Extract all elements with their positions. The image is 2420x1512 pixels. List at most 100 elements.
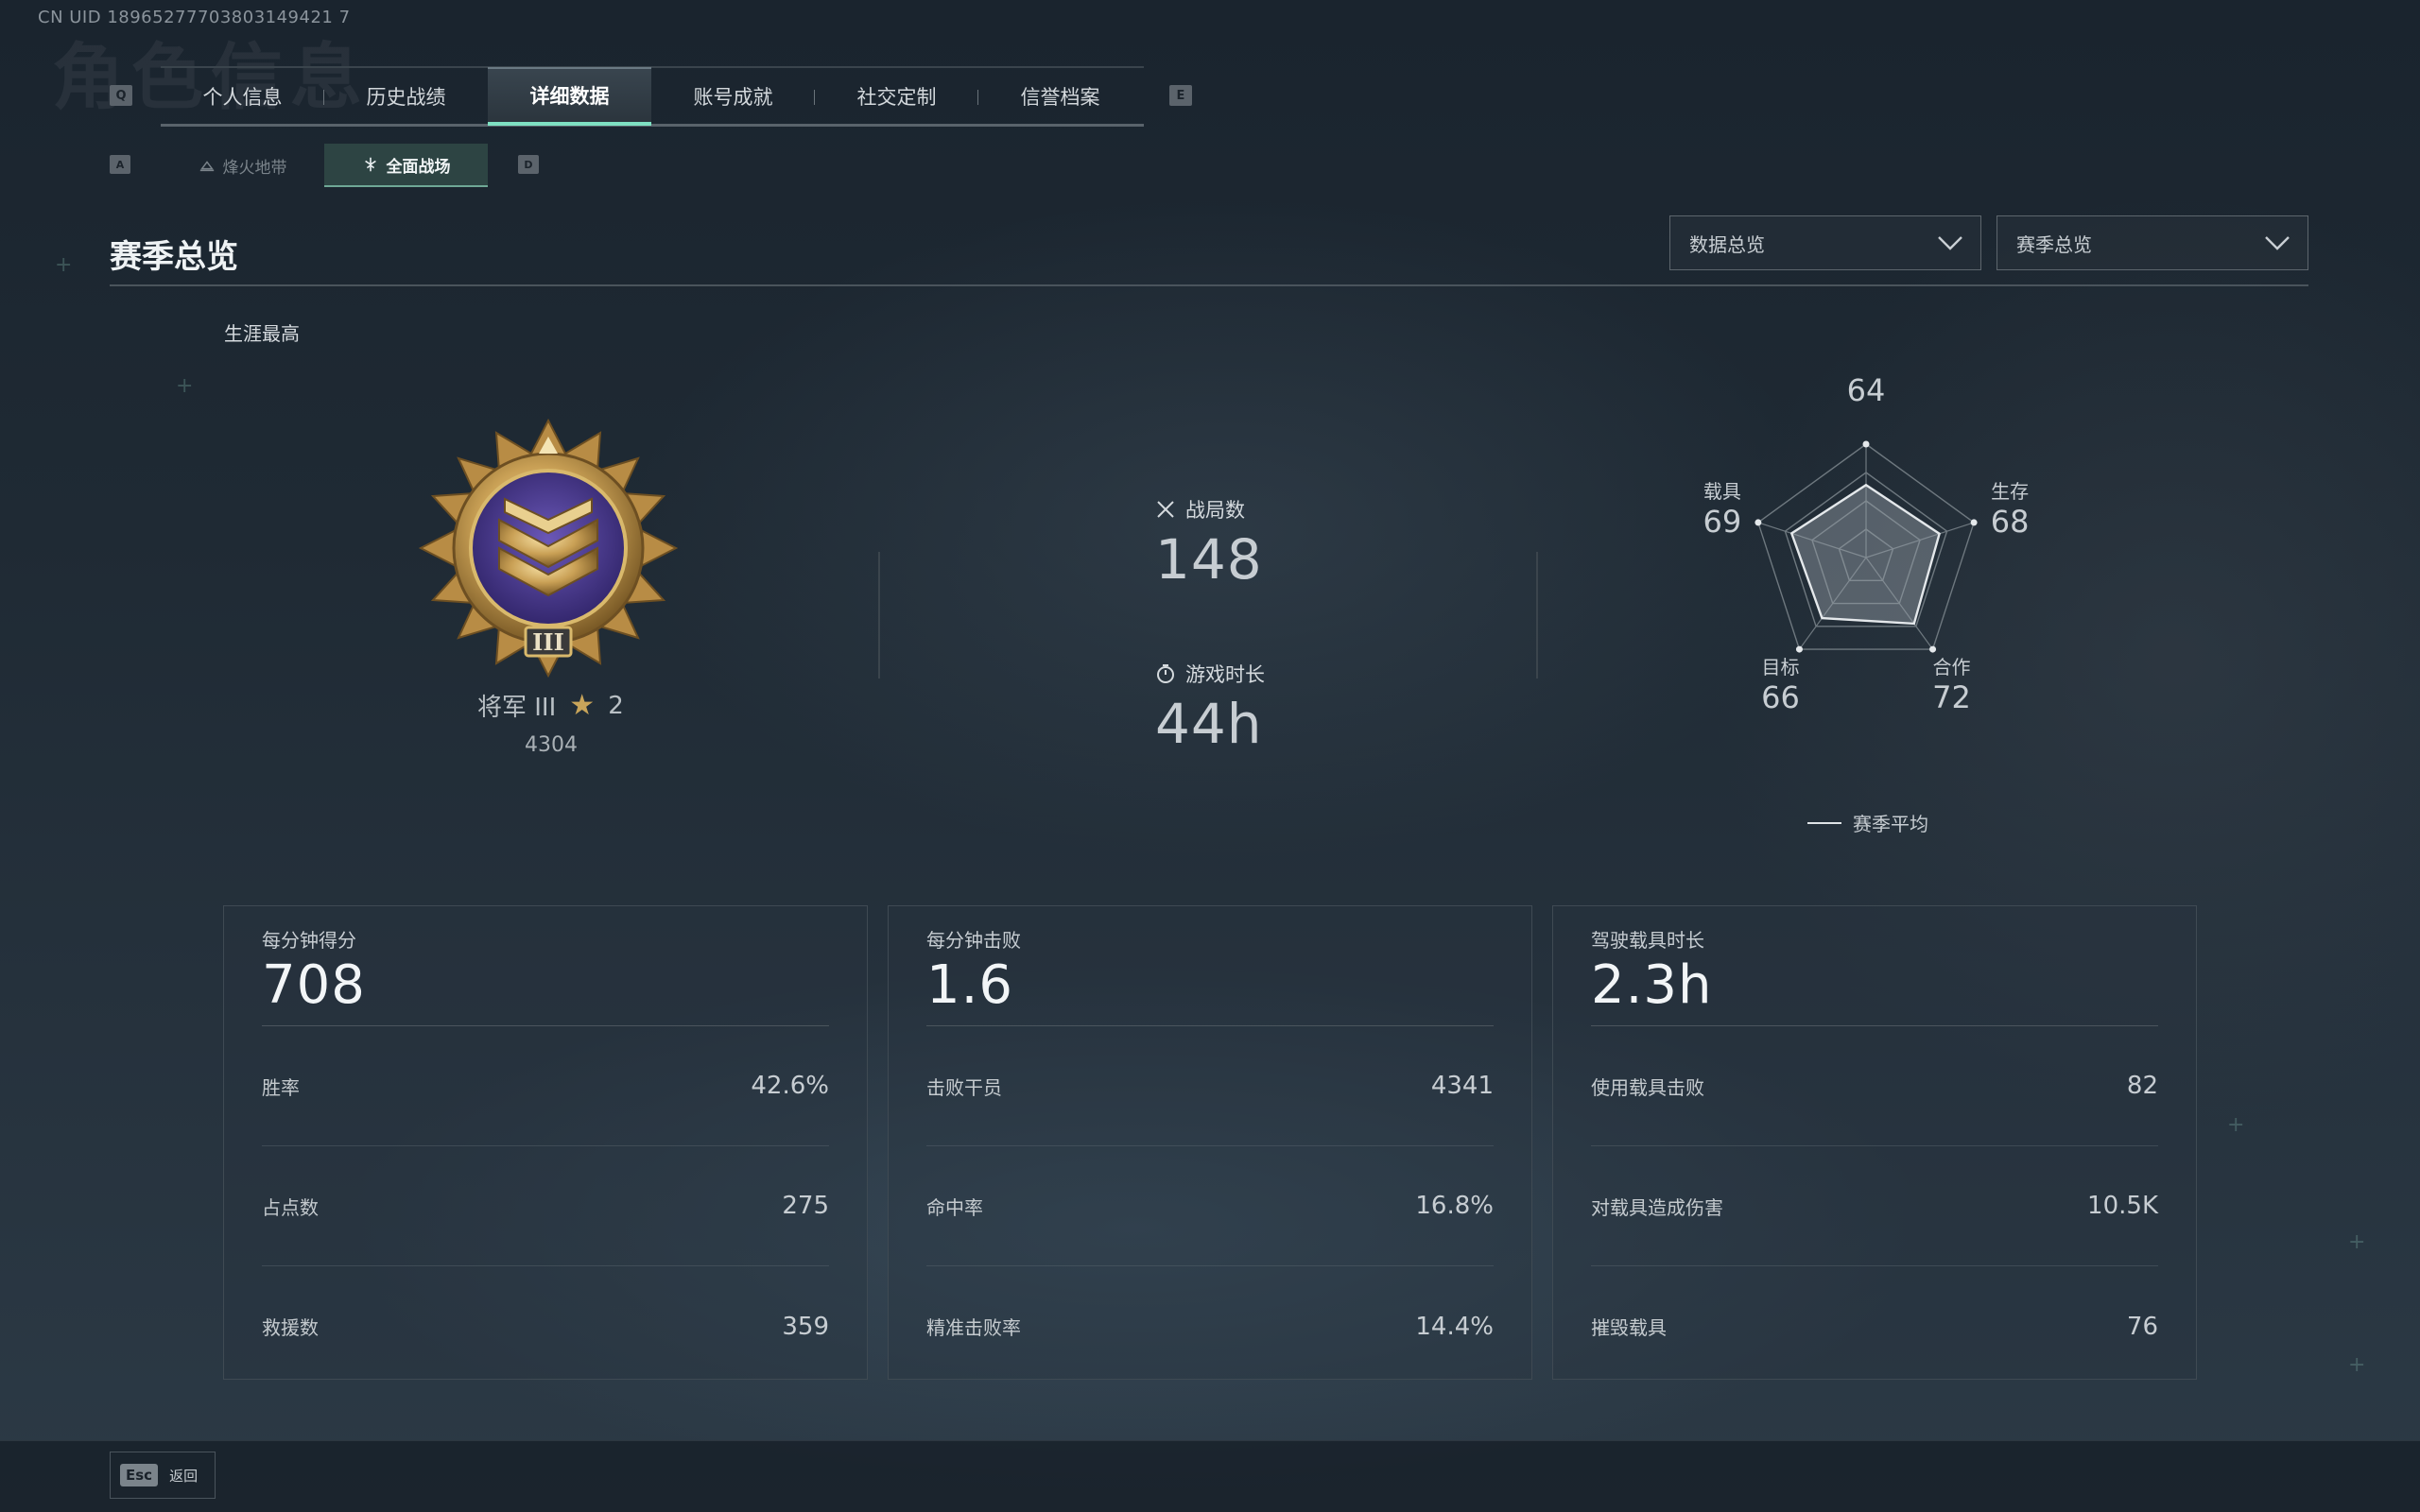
crosshair-decoration-icon: +: [2348, 1230, 2366, 1254]
subtab-next-key[interactable]: D: [518, 155, 539, 174]
career-best-label: 生涯最高: [224, 322, 300, 345]
playtime-value: 44h: [1155, 692, 1263, 756]
radar-axis-point: [1754, 519, 1762, 526]
card-head-value: 1.6: [926, 954, 1014, 1016]
card-row: 摧毁载具 76: [1591, 1266, 2158, 1386]
row-label: 精准击败率: [926, 1316, 1021, 1339]
tab-prev-key[interactable]: Q: [110, 85, 132, 106]
tab-social-custom[interactable]: 社交定制: [815, 67, 978, 126]
column-divider: [878, 552, 880, 679]
radar-axis-point: [1795, 645, 1803, 653]
row-label: 对载具造成伤害: [1591, 1195, 1723, 1219]
tab-label: 历史战绩: [366, 85, 446, 109]
tab-achievements[interactable]: 账号成就: [651, 67, 815, 126]
crosshair-decoration-icon: +: [2348, 1353, 2366, 1377]
row-value: 10.5K: [2087, 1192, 2158, 1220]
tab-next-key[interactable]: E: [1169, 85, 1192, 106]
matches-label-row: 战局数: [1155, 495, 1263, 524]
rank-name: 将军 III: [477, 694, 557, 722]
row-label: 胜率: [262, 1075, 300, 1099]
row-label: 救援数: [262, 1316, 319, 1339]
legend-label: 赛季平均: [1853, 813, 1928, 835]
tab-detailed-data[interactable]: 详细数据: [488, 66, 651, 126]
tab-label: 社交定制: [856, 85, 937, 109]
matches-label: 战局数: [1185, 499, 1245, 522]
rank-stars: 2: [608, 691, 624, 720]
season-overview-dropdown[interactable]: 赛季总览: [1996, 215, 2308, 270]
row-value: 14.4%: [1415, 1312, 1494, 1341]
tab-match-history[interactable]: 历史战绩: [324, 67, 488, 126]
matches-value: 148: [1155, 527, 1263, 592]
row-label: 使用载具击败: [1591, 1075, 1704, 1099]
card-row: 对载具造成伤害 10.5K: [1591, 1146, 2158, 1266]
radar-legend: 赛季平均: [1807, 809, 1928, 836]
tab-reputation[interactable]: 信誉档案: [978, 67, 1142, 126]
card-row: 击败干员 4341: [926, 1026, 1494, 1146]
footer-bar: [0, 1440, 2420, 1512]
card-head-value: 708: [262, 954, 366, 1016]
tab-label: 个人信息: [202, 85, 283, 109]
star-icon: ★: [569, 689, 596, 722]
column-divider: [1536, 552, 1538, 679]
tab-label: 信誉档案: [1020, 85, 1100, 109]
radar-axis-value: 69: [1703, 504, 1742, 540]
radar-axis-point: [1970, 519, 1978, 526]
ability-radar-chart: 射击64 生存68 合作72 目标66 载具69: [1703, 369, 2030, 715]
data-overview-dropdown[interactable]: 数据总览: [1669, 215, 1981, 270]
hazard-zone-icon: [199, 161, 214, 172]
row-value: 76: [2126, 1312, 2158, 1341]
playtime-label: 游戏时长: [1185, 663, 1265, 686]
radar-axis-label: 合作: [1933, 656, 1971, 679]
crosshair-decoration-icon: +: [55, 253, 73, 277]
rank-score: 4304: [525, 733, 578, 757]
crossed-swords-icon: [1157, 501, 1174, 518]
row-label: 命中率: [926, 1195, 983, 1219]
crosshair-decoration-icon: +: [2227, 1113, 2245, 1137]
tab-personal-info[interactable]: 个人信息: [161, 67, 324, 126]
tab-label: 详细数据: [529, 84, 610, 108]
subtab-prev-key[interactable]: A: [110, 155, 130, 174]
row-value: 359: [782, 1312, 829, 1341]
radar-axis-label: 目标: [1761, 656, 1799, 679]
card-head-label: 每分钟击败: [926, 929, 1021, 952]
stat-card-score: 每分钟得分 708 胜率 42.6% 占点数 275 救援数 359: [223, 905, 868, 1380]
radar-axis-value: 68: [1991, 504, 2030, 540]
stat-card-kills: 每分钟击败 1.6 击败干员 4341 命中率 16.8% 精准击败率 14.4%: [888, 905, 1532, 1380]
radar-axis-value: 64: [1847, 372, 1886, 408]
card-row: 救援数 359: [262, 1266, 829, 1386]
esc-key: Esc: [120, 1464, 159, 1486]
legend-line-icon: [1807, 821, 1841, 824]
chevron-down-icon: [1938, 236, 1962, 250]
tab-label: 账号成就: [693, 85, 773, 109]
medal-numeral: III: [532, 628, 564, 656]
dropdown-value: 数据总览: [1689, 232, 1765, 256]
mode-subtabs: 烽火地带 全面战场: [161, 144, 488, 187]
card-head-label: 每分钟得分: [262, 929, 356, 952]
row-value: 4341: [1430, 1072, 1494, 1100]
stat-card-vehicle: 驾驶载具时长 2.3h 使用载具击败 82 对载具造成伤害 10.5K 摧毁载具 76: [1552, 905, 2197, 1380]
section-title: 赛季总览: [110, 238, 238, 276]
radar-axis-point: [1929, 645, 1937, 653]
radar-axis-value: 66: [1761, 679, 1800, 715]
row-value: 82: [2126, 1072, 2158, 1100]
row-value: 275: [782, 1192, 829, 1220]
subtab-label: 烽火地带: [222, 158, 287, 178]
card-row: 胜率 42.6%: [262, 1026, 829, 1146]
card-row: 占点数 275: [262, 1146, 829, 1266]
card-row: 精准击败率 14.4%: [926, 1266, 1494, 1386]
timer-icon: [1157, 664, 1174, 683]
row-label: 摧毁载具: [1591, 1316, 1667, 1339]
back-button[interactable]: Esc 返回: [110, 1452, 216, 1499]
card-row: 命中率 16.8%: [926, 1146, 1494, 1266]
radar-axis-label: 生存: [1991, 480, 2029, 503]
playtime-label-row: 游戏时长: [1155, 660, 1265, 688]
battlefield-icon: [364, 157, 376, 172]
card-head-value: 2.3h: [1591, 954, 1713, 1016]
subtab-hazard-zone[interactable]: 烽火地带: [161, 144, 324, 187]
section-divider: [110, 284, 2308, 286]
radar-axis-label: 载具: [1703, 480, 1741, 503]
radar-value-polygon: [1789, 483, 1941, 626]
radar-axis-point: [1862, 440, 1870, 448]
subtab-full-battlefield[interactable]: 全面战场: [324, 144, 488, 187]
crosshair-decoration-icon: +: [176, 374, 194, 398]
